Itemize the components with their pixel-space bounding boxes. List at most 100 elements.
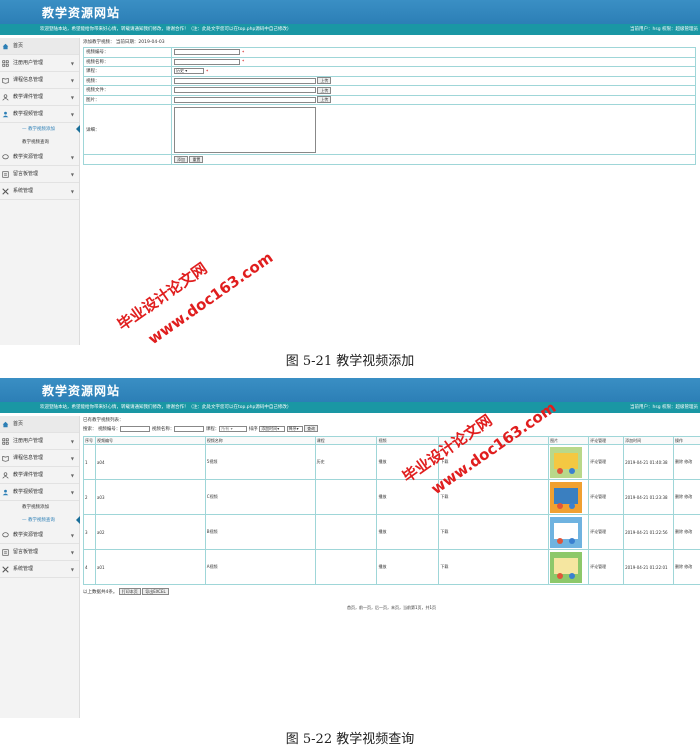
operations[interactable]: 删除 修改 bbox=[673, 479, 700, 515]
comment-link[interactable]: 评论管理 bbox=[588, 479, 625, 515]
submenu-add-video[interactable]: 教学视频添加 bbox=[0, 501, 79, 514]
menu-resources[interactable]: 教学资源管理 ▼ bbox=[0, 149, 79, 166]
menu-resources[interactable]: 教学资源管理 ▼ bbox=[0, 527, 79, 544]
menu-users[interactable]: 注册用户管理 ▼ bbox=[0, 55, 79, 72]
video-name-input[interactable] bbox=[174, 58, 240, 65]
search-name-input[interactable] bbox=[174, 425, 205, 432]
add-video-form: 视频编号： * 视频名称： * 课程： 历史 ▾ * 视频： 上传 视频文件： 上传 图… bbox=[83, 47, 696, 165]
sort-label: 排序 bbox=[248, 427, 258, 432]
course-select[interactable]: 所有 ▾ bbox=[219, 425, 248, 432]
submit-button[interactable]: 添加 bbox=[174, 155, 188, 163]
download-link[interactable]: 下载 bbox=[438, 549, 550, 585]
field-label: 详细： bbox=[83, 104, 172, 155]
submenu-add-video[interactable]: 教学视频添加 bbox=[0, 123, 80, 136]
column-header: 序号 bbox=[83, 436, 96, 445]
person-icon bbox=[2, 111, 9, 118]
book-icon bbox=[2, 77, 9, 84]
top-bar: 欢迎登陆本站，希望能给你带来好心情，转载请通知我们修改，谢谢合作！（注：此处文字… bbox=[0, 402, 700, 413]
chevron-down-icon: ▼ bbox=[70, 473, 74, 478]
user-area[interactable]: 当前用户：hsg 权限：超级管理员 bbox=[630, 402, 698, 413]
reset-button[interactable]: 重置 bbox=[189, 155, 204, 163]
chat-icon bbox=[2, 532, 9, 538]
image-input[interactable] bbox=[174, 96, 316, 103]
operations[interactable]: 删除 修改 bbox=[673, 444, 700, 480]
column-header: 课程 bbox=[314, 436, 378, 445]
field-label: 图片： bbox=[83, 94, 172, 105]
upload-video-button[interactable]: 上传 bbox=[317, 77, 332, 85]
sort-select[interactable]: 添加时间▾ bbox=[259, 425, 286, 432]
print-button[interactable]: 打印本页 bbox=[118, 588, 141, 595]
top-bar: 欢迎登陆本站，希望能给你带来好心情，转载请通知我们修改，谢谢合作！（注：此处文字… bbox=[0, 24, 700, 35]
pager[interactable]: 首页，前一页，后一页，末页，当前第1页，共1页 bbox=[83, 605, 700, 611]
menu-system[interactable]: 系统管理 ▼ bbox=[0, 183, 79, 200]
operations[interactable]: 删除 修改 bbox=[673, 514, 700, 550]
menu-users[interactable]: 注册用户管理 ▼ bbox=[0, 433, 79, 450]
menu-home[interactable]: 首页 bbox=[0, 416, 79, 433]
menu-label: 教学课件管理 bbox=[13, 472, 44, 478]
menu-courseware[interactable]: 教学课件管理 ▼ bbox=[0, 89, 79, 106]
menu-courses[interactable]: 课程信息管理 ▼ bbox=[0, 450, 79, 467]
course: 历史 bbox=[314, 444, 378, 480]
video-code: a02 bbox=[94, 514, 206, 550]
export-excel-button[interactable]: 导出EXCEL bbox=[142, 588, 169, 595]
column-header: 视频名称 bbox=[204, 436, 316, 445]
upload-image-button[interactable]: 上传 bbox=[317, 96, 332, 104]
detail-textarea[interactable] bbox=[174, 106, 316, 153]
welcome-marquee: 欢迎登陆本站，希望能给你带来好心情，转载请通知我们修改，谢谢合作！（注：此处文字… bbox=[40, 27, 292, 32]
caption-figure-22: 图 5-22 教学视频查询 bbox=[285, 732, 415, 747]
menu-videos[interactable]: 教学视频管理 ▼ bbox=[0, 484, 79, 501]
search-label: 搜索： bbox=[83, 427, 97, 432]
code-label: 视频编号： bbox=[97, 427, 121, 432]
video-input[interactable] bbox=[174, 77, 316, 84]
field-label: 视频： bbox=[83, 75, 172, 86]
menu-label: 教学资源管理 bbox=[13, 532, 44, 538]
play-link[interactable]: 播放 bbox=[376, 514, 440, 550]
download-link[interactable]: 下载 bbox=[438, 514, 550, 550]
course bbox=[314, 514, 378, 550]
column-header: 视频 bbox=[376, 436, 440, 445]
search-code-input[interactable] bbox=[120, 425, 151, 432]
menu-courses[interactable]: 课程信息管理 ▼ bbox=[0, 72, 79, 89]
menu-messages[interactable]: 留言板管理 ▼ bbox=[0, 544, 79, 561]
submenu-query-video[interactable]: 教学视频查询 bbox=[0, 514, 80, 527]
course-select[interactable]: 历史 ▾ bbox=[174, 68, 204, 74]
comment-link[interactable]: 评论管理 bbox=[588, 549, 625, 585]
submenu-query-video[interactable]: 教学视频查询 bbox=[0, 136, 79, 149]
column-header: 视频编号 bbox=[94, 436, 206, 445]
video-code-input[interactable] bbox=[174, 49, 240, 55]
chevron-down-icon: ▼ bbox=[70, 533, 74, 538]
search-button[interactable]: 查询 bbox=[304, 425, 319, 432]
video-name: 5视频 bbox=[204, 444, 316, 480]
play-link[interactable]: 播放 bbox=[376, 549, 440, 585]
field-label: 课程： bbox=[83, 66, 172, 77]
menu-courseware[interactable]: 教学课件管理 ▼ bbox=[0, 467, 79, 484]
thumbnail-image bbox=[550, 446, 583, 478]
row-number: 4 bbox=[83, 549, 96, 585]
course bbox=[314, 549, 378, 585]
chevron-down-icon: ▼ bbox=[70, 172, 74, 177]
chevron-down-icon: ▼ bbox=[70, 78, 74, 83]
order-select[interactable]: 降序▾ bbox=[286, 425, 303, 432]
sidebar: 首页 注册用户管理 ▼ 课程信息管理 ▼ 教学课件管理 ▼ 教学视频管理 ▼ 教学视频添… bbox=[0, 38, 80, 345]
row-number: 2 bbox=[83, 479, 96, 515]
menu-messages[interactable]: 留言板管理 ▼ bbox=[0, 166, 79, 183]
menu-home[interactable]: 首页 bbox=[0, 38, 79, 55]
comment-link[interactable]: 评论管理 bbox=[588, 514, 625, 550]
person-icon bbox=[2, 489, 9, 496]
menu-label: 注册用户管理 bbox=[13, 60, 44, 66]
operations[interactable]: 删除 修改 bbox=[673, 549, 700, 585]
upload-file-button[interactable]: 上传 bbox=[317, 86, 332, 94]
video-file-input[interactable] bbox=[174, 87, 316, 94]
menu-label: 教学视频管理 bbox=[13, 489, 44, 495]
menu-system[interactable]: 系统管理 ▼ bbox=[0, 561, 79, 578]
menu-videos[interactable]: 教学视频管理 ▼ bbox=[0, 106, 79, 123]
added-time: 2019-04-21 01:22:01 bbox=[623, 549, 675, 585]
chevron-down-icon: ▼ bbox=[70, 95, 74, 100]
table-row: 3 a02 B视频 播放 下载 评论管理 2019-04-21 01:22:56 删除 修改 bbox=[83, 514, 700, 550]
thumbnail bbox=[548, 549, 590, 585]
comment-link[interactable]: 评论管理 bbox=[588, 444, 625, 480]
site-banner: 教学资源网站 bbox=[0, 378, 700, 402]
user-area[interactable]: 当前用户：hsg 权限：超级管理员 bbox=[630, 24, 698, 35]
list-icon bbox=[2, 549, 9, 556]
site-title: 教学资源网站 bbox=[42, 6, 121, 20]
